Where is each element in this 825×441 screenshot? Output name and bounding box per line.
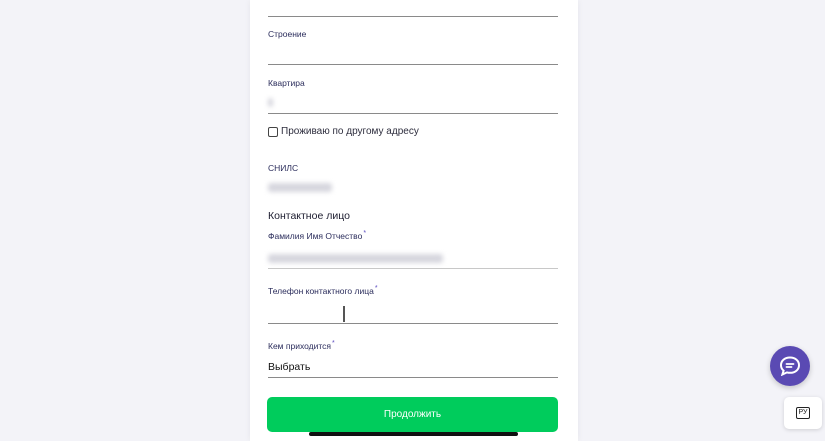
apartment-label: Квартира	[268, 78, 305, 88]
contact-name-label: Фамилия Имя Отчество*	[268, 230, 367, 241]
contact-phone-input[interactable]	[268, 302, 558, 323]
contact-phone-underline	[268, 323, 558, 324]
home-indicator	[309, 432, 518, 436]
previous-field-underline	[268, 16, 558, 17]
building-label: Строение	[268, 29, 307, 39]
snils-value-redacted	[268, 183, 332, 192]
apartment-underline	[268, 113, 558, 114]
chat-bubble-icon	[779, 356, 801, 376]
apartment-input[interactable]	[268, 92, 558, 113]
other-address-checkbox[interactable]	[268, 126, 278, 137]
contact-name-label-text: Фамилия Имя Отчество	[268, 231, 363, 241]
text-cursor	[343, 306, 345, 322]
contact-section-heading: Контактное лицо	[268, 210, 350, 222]
building-underline	[268, 64, 558, 65]
relation-label: Кем приходится*	[268, 340, 335, 351]
required-mark: *	[374, 285, 378, 292]
snils-label: СНИЛС	[268, 163, 299, 173]
apartment-value-redacted	[268, 98, 273, 107]
contact-name-underline	[268, 268, 558, 269]
other-address-label: Проживаю по другому адресу	[281, 126, 419, 137]
relation-select[interactable]: Выбрать	[268, 361, 310, 373]
required-mark: *	[363, 230, 367, 237]
relation-underline	[268, 377, 558, 378]
continue-button[interactable]: Продолжить	[267, 397, 558, 432]
chat-button[interactable]	[770, 346, 810, 386]
form-card: Строение Квартира Проживаю по другому ад…	[250, 0, 578, 441]
language-button[interactable]: РУ	[784, 397, 822, 429]
snils-input[interactable]	[268, 178, 558, 198]
other-address-checkbox-row[interactable]: Проживаю по другому адресу	[268, 126, 419, 137]
contact-phone-label-text: Телефон контактного лица	[268, 286, 374, 296]
contact-phone-label: Телефон контактного лица*	[268, 285, 378, 296]
relation-label-text: Кем приходится	[268, 341, 332, 351]
language-label: РУ	[795, 407, 811, 419]
contact-name-input[interactable]	[268, 248, 558, 268]
building-input[interactable]	[268, 44, 558, 64]
required-mark: *	[332, 340, 335, 347]
contact-name-value-redacted	[268, 254, 443, 263]
